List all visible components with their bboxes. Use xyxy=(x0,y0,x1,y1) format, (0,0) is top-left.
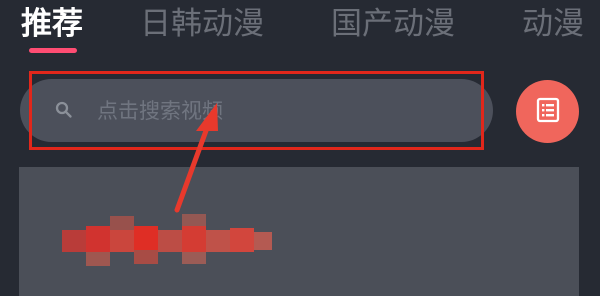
tab-anime[interactable]: 动漫 xyxy=(522,6,600,42)
tab-chinese-anime[interactable]: 国产动漫 xyxy=(331,6,455,42)
category-tabs: 推荐 日韩动漫 国产动漫 动漫 xyxy=(0,0,600,62)
video-card[interactable] xyxy=(19,167,579,296)
list-icon xyxy=(536,97,560,123)
active-tab-indicator xyxy=(29,48,77,53)
search-highlight-box xyxy=(29,71,484,150)
tab-recommended[interactable]: 推荐 xyxy=(21,6,83,42)
tab-japanese-korean-anime[interactable]: 日韩动漫 xyxy=(140,6,264,42)
